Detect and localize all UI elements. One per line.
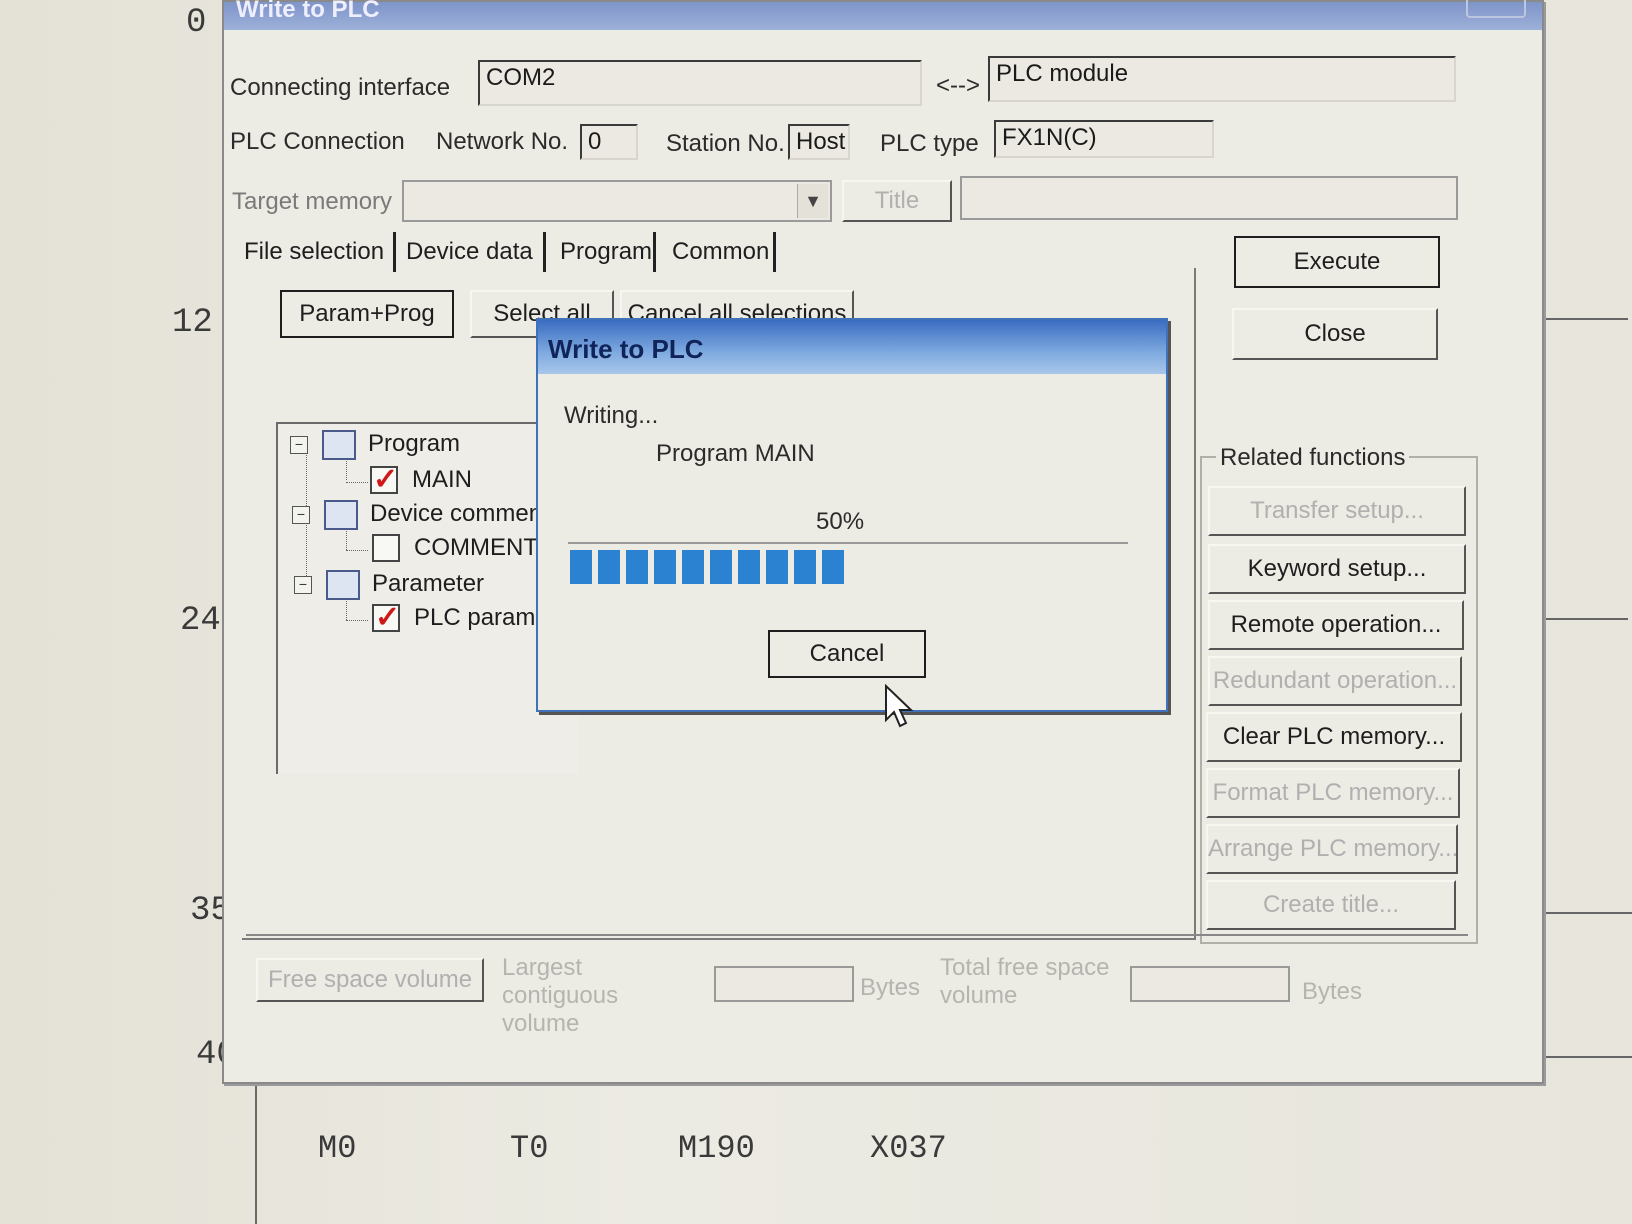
- connecting-interface-field[interactable]: COM2: [478, 60, 922, 106]
- free-space-volume-button[interactable]: Free space volume: [256, 958, 484, 1002]
- cancel-button[interactable]: Cancel: [768, 630, 926, 678]
- progress-segment: [710, 550, 732, 584]
- title-field[interactable]: [960, 176, 1458, 220]
- ladder-device-label: M0: [318, 1130, 357, 1167]
- largest-contiguous-label: Largest contiguous volume: [502, 954, 619, 1037]
- chevron-down-icon[interactable]: ▼: [797, 184, 828, 218]
- comment-checkbox[interactable]: [372, 534, 400, 562]
- related-functions-title: Related functions: [1216, 444, 1410, 472]
- transfer-setup-button[interactable]: Transfer setup...: [1208, 486, 1466, 536]
- total-free-space-field: [1130, 966, 1290, 1002]
- network-no-label: Network No.: [436, 128, 569, 155]
- target-memory-dropdown[interactable]: ▼: [402, 180, 832, 222]
- arrange-plc-memory-button[interactable]: Arrange PLC memory...: [1206, 824, 1458, 874]
- tree-connector: [346, 482, 368, 483]
- progress-segment: [682, 550, 704, 584]
- redundant-operation-button[interactable]: Redundant operation...: [1208, 656, 1462, 706]
- tree-connector: [346, 550, 368, 551]
- arrow-label: <-->: [936, 72, 981, 99]
- tree-connector: [346, 528, 347, 550]
- connecting-interface-label: Connecting interface: [230, 74, 451, 101]
- main-checkbox[interactable]: ✓: [370, 463, 398, 496]
- ladder-device-label: T0: [510, 1130, 549, 1167]
- dialog-titlebar[interactable]: Write to PLC: [224, 0, 1542, 30]
- checkmark-icon: ✓: [373, 463, 399, 496]
- mouse-cursor-icon: [885, 684, 914, 728]
- parameter-icon: [326, 570, 360, 600]
- line-number: 12: [172, 304, 213, 342]
- device-comment-icon: [324, 500, 358, 530]
- bytes-label: Bytes: [1302, 978, 1363, 1005]
- progress-detail-text: Program MAIN: [656, 440, 815, 467]
- write-progress-dialog: Write to PLC Writing... Program MAIN 50%…: [536, 318, 1168, 712]
- bytes-label: Bytes: [860, 974, 921, 1001]
- progress-segment: [626, 550, 648, 584]
- collapse-icon[interactable]: −: [290, 436, 308, 454]
- plc-parameter-checkbox[interactable]: ✓: [372, 601, 400, 634]
- tab-file-selection[interactable]: File selection: [236, 232, 396, 272]
- progress-titlebar[interactable]: Write to PLC: [538, 320, 1166, 374]
- plc-type-field[interactable]: FX1N(C): [994, 120, 1214, 158]
- target-memory-label: Target memory: [232, 188, 393, 215]
- progress-segment: [738, 550, 760, 584]
- param-prog-button[interactable]: Param+Prog: [280, 290, 454, 338]
- line-number: 24: [180, 602, 221, 640]
- execute-button[interactable]: Execute: [1234, 236, 1440, 288]
- progress-status-text: Writing...: [564, 402, 659, 429]
- dialog-title: Write to PLC: [236, 0, 380, 23]
- network-no-field[interactable]: 0: [580, 124, 638, 160]
- tree-item-program[interactable]: Program: [368, 430, 460, 458]
- tab-device-data[interactable]: Device data: [398, 232, 546, 272]
- largest-contiguous-field: [714, 966, 854, 1002]
- tree-item-device-comment[interactable]: Device commen: [370, 500, 542, 528]
- program-icon: [322, 430, 356, 460]
- total-free-space-label: Total free space volume: [940, 954, 1110, 1009]
- tree-item-comment[interactable]: COMMENT: [414, 534, 538, 562]
- progress-segment: [598, 550, 620, 584]
- progress-percent-text: 50%: [816, 508, 865, 535]
- close-icon[interactable]: [1466, 0, 1526, 18]
- ladder-device-label: M190: [678, 1130, 755, 1167]
- plc-type-label: PLC type: [880, 130, 979, 157]
- progress-dialog-title: Write to PLC: [548, 334, 704, 364]
- collapse-icon[interactable]: −: [294, 576, 312, 594]
- tab-common[interactable]: Common: [664, 232, 776, 272]
- tab-program[interactable]: Program: [552, 232, 656, 272]
- clear-plc-memory-button[interactable]: Clear PLC memory...: [1206, 712, 1462, 762]
- format-plc-memory-button[interactable]: Format PLC memory...: [1206, 768, 1460, 818]
- title-button[interactable]: Title: [842, 180, 952, 222]
- collapse-icon[interactable]: −: [292, 506, 310, 524]
- tree-item-main[interactable]: MAIN: [412, 466, 472, 494]
- station-no-label: Station No.: [666, 130, 785, 157]
- line-number: 0: [186, 4, 207, 42]
- create-title-button[interactable]: Create title...: [1206, 880, 1456, 930]
- panel-separator: [246, 934, 1468, 936]
- progress-segment: [794, 550, 816, 584]
- progress-bar: [568, 542, 1128, 588]
- tree-item-parameter[interactable]: Parameter: [372, 570, 484, 598]
- keyword-setup-button[interactable]: Keyword setup...: [1208, 544, 1466, 594]
- checkmark-icon: ✓: [375, 601, 401, 634]
- plc-connection-label: PLC Connection: [230, 128, 405, 155]
- progress-segment: [654, 550, 676, 584]
- tree-item-plc-parameter[interactable]: PLC parame: [414, 604, 549, 632]
- progress-segment: [570, 550, 592, 584]
- remote-operation-button[interactable]: Remote operation...: [1208, 600, 1464, 650]
- plc-module-field[interactable]: PLC module: [988, 56, 1456, 102]
- tree-connector: [346, 598, 347, 620]
- progress-segment: [822, 550, 844, 584]
- ladder-device-label: X037: [870, 1130, 947, 1167]
- tree-connector: [346, 620, 368, 621]
- close-button[interactable]: Close: [1232, 308, 1438, 360]
- station-no-field[interactable]: Host: [788, 124, 850, 160]
- progress-segment: [766, 550, 788, 584]
